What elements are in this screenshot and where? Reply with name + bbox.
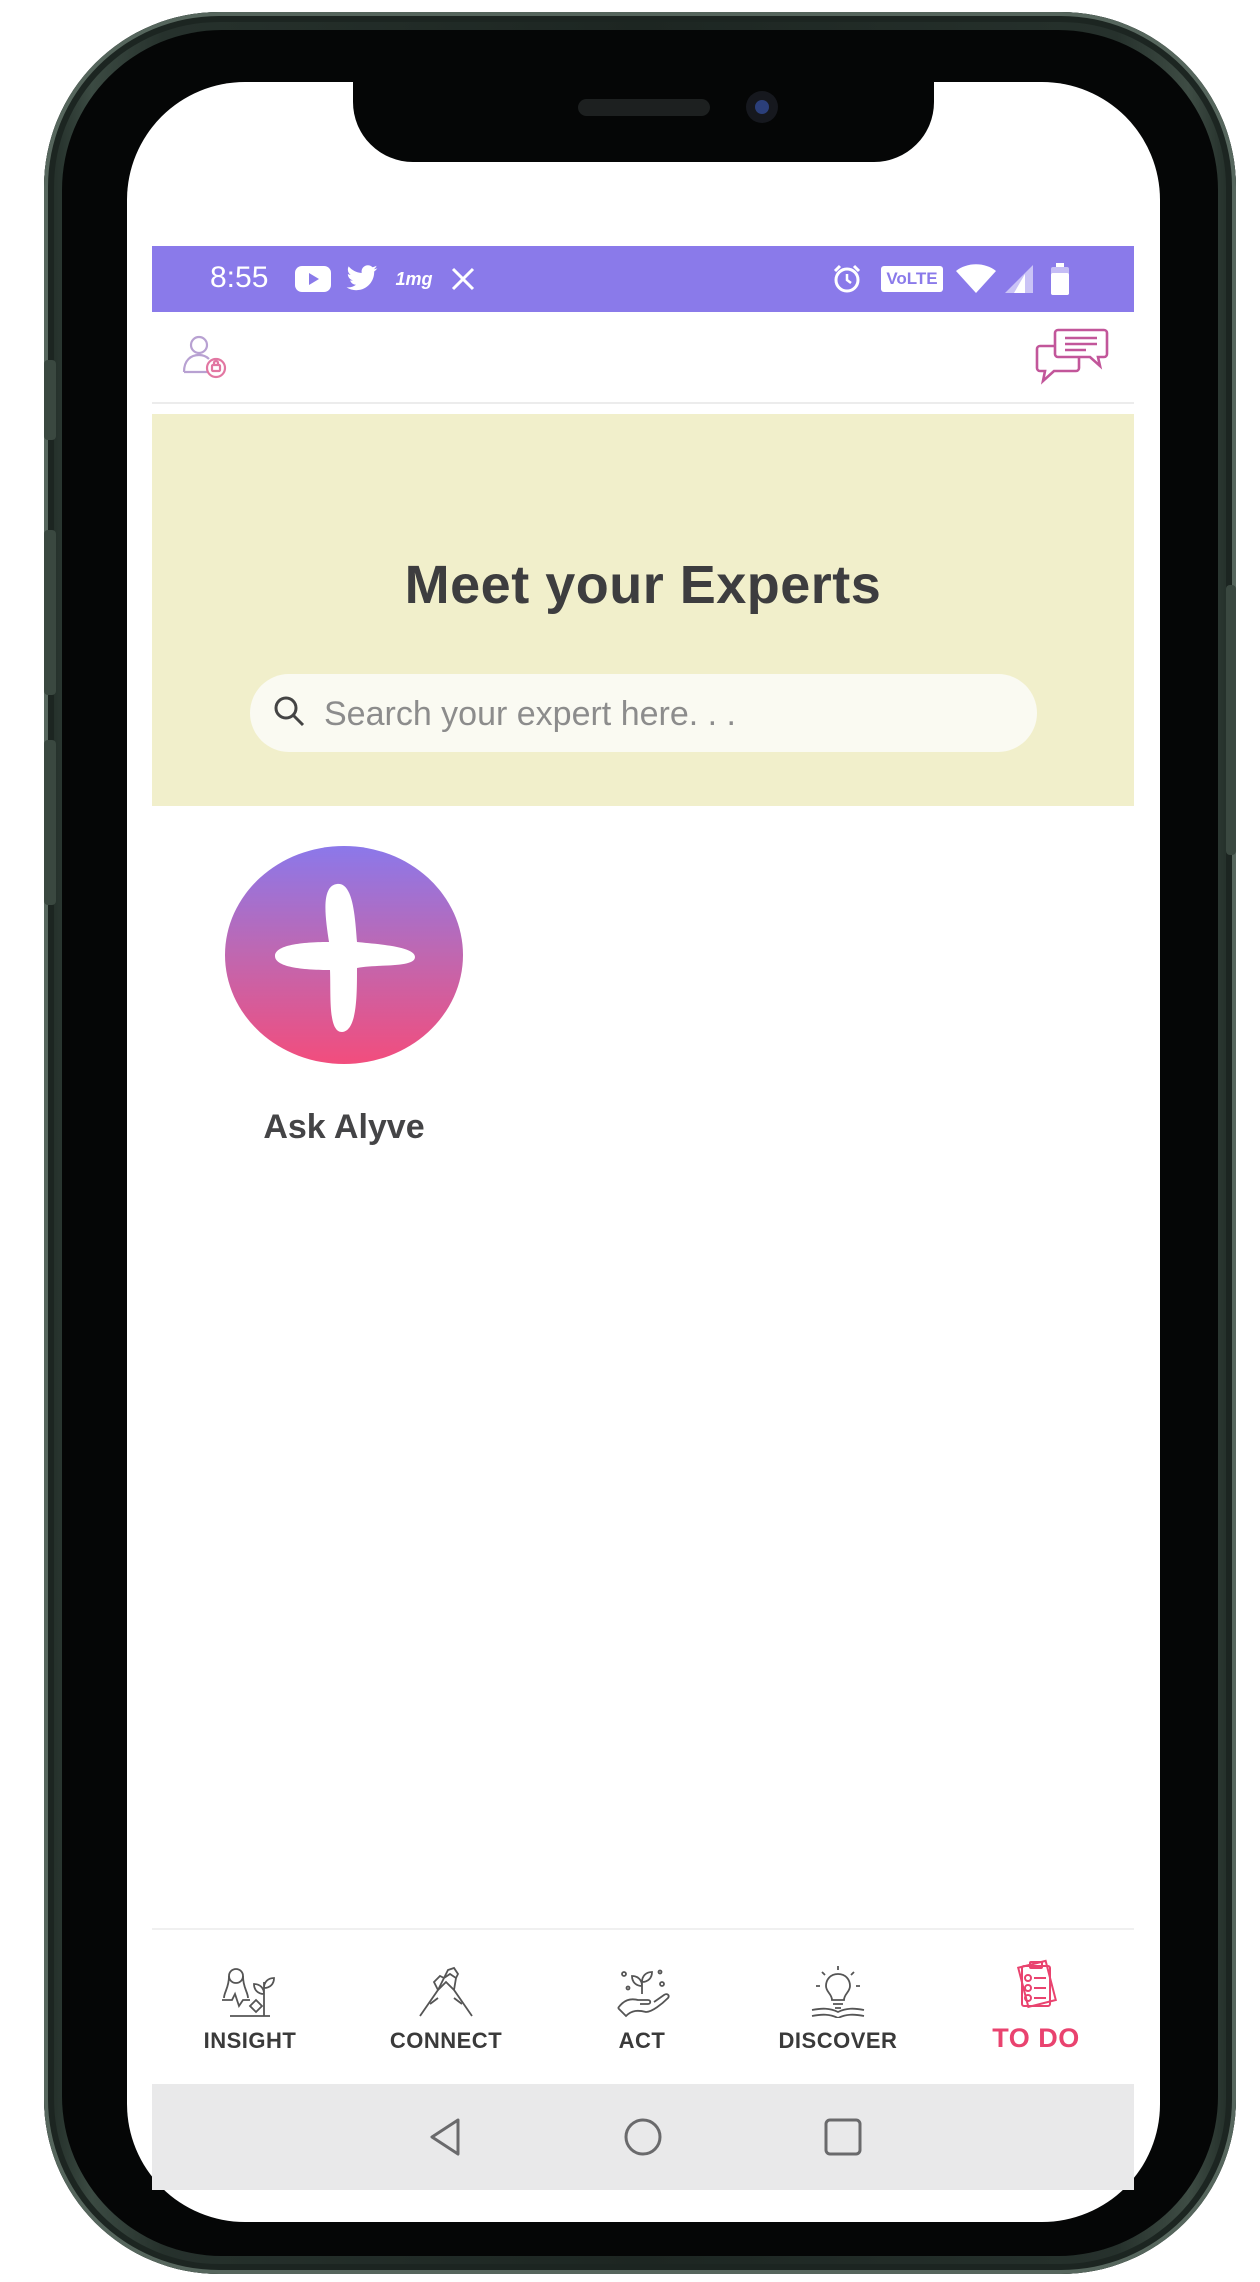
- top-bar: [152, 312, 1134, 404]
- side-button-mute: [44, 360, 56, 440]
- alarm-icon: [828, 260, 866, 298]
- volte-icon: VoLTE: [881, 266, 943, 292]
- experts-hero: Meet your Experts: [152, 414, 1134, 806]
- bottom-nav: INSIGHT CONNECT ACT DISCOVER TO DO: [152, 1928, 1134, 2086]
- act-icon: [612, 1964, 672, 2018]
- wifi-icon: [954, 260, 998, 298]
- status-time: 8:55: [210, 261, 269, 294]
- todo-icon: [1006, 1958, 1066, 2012]
- side-button-power: [1226, 585, 1236, 855]
- nav-label-insight: INSIGHT: [203, 2028, 297, 2053]
- notch: [353, 82, 934, 162]
- nav-label-act: ACT: [618, 2028, 666, 2053]
- youtube-icon: [294, 260, 332, 298]
- page-title: Meet your Experts: [404, 555, 882, 615]
- search-input[interactable]: [322, 674, 1016, 754]
- chat-icon[interactable]: [1034, 326, 1110, 386]
- discover-icon: [808, 1964, 868, 2020]
- twitter-icon: [344, 260, 380, 298]
- nav-insight[interactable]: INSIGHT: [152, 1930, 348, 2086]
- nav-discover[interactable]: DISCOVER: [740, 1930, 936, 2086]
- profile-icon[interactable]: [180, 332, 230, 382]
- nav-label-todo: TO DO: [992, 2023, 1080, 2053]
- nav-label-connect: CONNECT: [389, 2028, 503, 2053]
- side-button-volume-up: [44, 530, 56, 695]
- expert-card[interactable]: Ask Alyve: [212, 846, 472, 1156]
- home-icon[interactable]: [620, 2114, 666, 2160]
- alyve-star-icon: [225, 846, 463, 1064]
- battery-icon: [1048, 260, 1072, 298]
- nav-connect[interactable]: CONNECT: [348, 1930, 544, 2086]
- side-button-volume-down: [44, 740, 56, 905]
- onemg-label: 1mg: [395, 268, 433, 289]
- onemg-icon: 1mg: [394, 260, 434, 298]
- recents-icon[interactable]: [820, 2114, 866, 2160]
- nav-act[interactable]: ACT: [544, 1930, 740, 2086]
- expert-name: Ask Alyve: [263, 1108, 425, 1146]
- insight-icon: [220, 1964, 280, 2018]
- connect-icon: [416, 1964, 476, 2018]
- x-icon: [446, 260, 480, 298]
- nav-todo[interactable]: TO DO: [938, 1930, 1134, 2086]
- status-bar: 8:55 1mg VoLTE: [152, 246, 1134, 312]
- search-bar[interactable]: [250, 674, 1037, 754]
- search-icon: [270, 692, 310, 732]
- back-icon[interactable]: [422, 2114, 468, 2160]
- system-nav-bar: [152, 2084, 1134, 2190]
- front-camera: [746, 91, 778, 123]
- speaker-grille: [578, 99, 710, 116]
- nav-label-discover: DISCOVER: [778, 2028, 898, 2053]
- signal-icon: [1002, 260, 1036, 298]
- volte-label: VoLTE: [886, 269, 938, 288]
